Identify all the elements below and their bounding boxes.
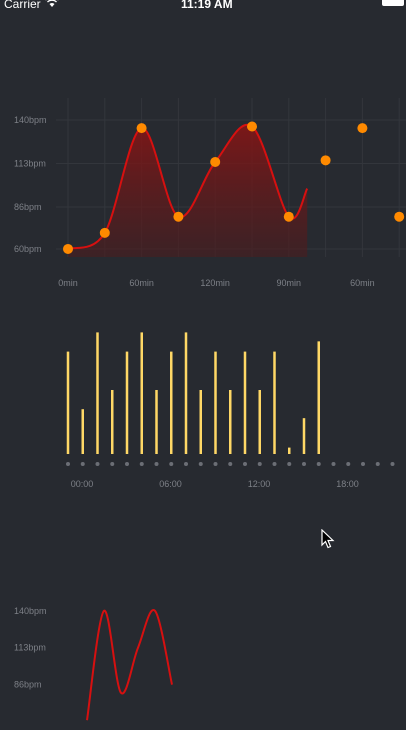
bar (155, 390, 158, 454)
slot-dot (272, 462, 277, 466)
activity-bar-chart[interactable]: 00:00 06:00 12:00 18:00 (0, 320, 406, 495)
slot-dot (125, 462, 129, 466)
x-tick-label: 0min (58, 278, 78, 288)
slot-dot (302, 462, 306, 466)
bar (214, 351, 217, 454)
battery-icon (382, 0, 404, 6)
bar (288, 447, 291, 454)
bar (140, 332, 143, 454)
status-bar: Carrier 11:19 AM (0, 0, 406, 12)
data-point (247, 121, 257, 132)
y-tick-label: 86bpm (14, 202, 42, 212)
slot-dot (243, 462, 247, 466)
bar (243, 351, 247, 454)
clock-time: 11:19 AM (181, 0, 233, 11)
bar (125, 351, 129, 454)
y-tick-label: 140bpm (14, 606, 47, 616)
data-point (394, 211, 405, 222)
slot-dot (316, 462, 321, 466)
x-axis-labels: 00:00 06:00 12:00 18:00 (71, 479, 359, 489)
slot-dot (169, 462, 174, 466)
slot-dot (66, 462, 70, 466)
data-point (283, 211, 294, 222)
slot-dots (66, 462, 395, 466)
data-point (173, 211, 184, 222)
y-tick-label: 86bpm (14, 680, 42, 690)
y-tick-label: 140bpm (14, 115, 47, 125)
x-tick-label: 00:00 (71, 479, 94, 489)
slot-dot (110, 462, 115, 466)
x-tick-label: 90min (277, 278, 302, 288)
y-axis-labels: 140bpm 113bpm 86bpm 60bpm (14, 115, 47, 254)
bar (111, 390, 114, 454)
x-tick-label: 18:00 (336, 479, 359, 489)
heart-rate-line-chart[interactable]: 140bpm 113bpm 86bpm (0, 590, 406, 730)
data-point (63, 243, 73, 254)
slot-dot (95, 462, 100, 466)
x-tick-label: 12:00 (248, 479, 271, 489)
data-point (320, 155, 331, 166)
slot-dot (228, 462, 233, 466)
x-tick-label: 06:00 (159, 479, 182, 489)
bar (66, 351, 70, 454)
wifi-icon (45, 0, 59, 7)
slot-dot (80, 462, 85, 466)
slot-dot (287, 462, 292, 466)
heart-rate-line (86, 609, 173, 721)
y-tick-label: 60bpm (14, 244, 42, 254)
slot-dot (213, 462, 218, 466)
bars (66, 332, 320, 454)
bar (199, 390, 202, 454)
slot-dot (375, 462, 380, 466)
y-tick-label: 113bpm (14, 643, 46, 653)
bar (258, 390, 261, 454)
data-point (99, 227, 110, 238)
slot-dot (331, 462, 336, 466)
bar (170, 351, 173, 454)
data-point (210, 156, 221, 167)
slot-dot (346, 462, 351, 466)
bar (229, 390, 232, 454)
data-point (136, 123, 147, 134)
slot-dot (257, 462, 262, 466)
carrier-label: Carrier (4, 0, 41, 11)
slot-dot (361, 462, 365, 466)
mouse-cursor-icon (321, 529, 335, 549)
x-tick-label: 120min (200, 278, 230, 288)
bar (302, 418, 306, 454)
slot-dot (390, 462, 395, 466)
slot-dot (198, 462, 203, 466)
bar (273, 351, 276, 454)
slot-dot (139, 462, 144, 466)
bar (96, 332, 99, 454)
x-axis-labels: 0min 60min 120min 90min 60min (58, 278, 374, 288)
slot-dot (184, 462, 188, 466)
bar (184, 332, 188, 454)
y-tick-label: 113bpm (14, 159, 46, 169)
bar (317, 341, 320, 454)
y-axis-labels: 140bpm 113bpm 86bpm (14, 606, 47, 690)
heart-rate-area-chart[interactable]: 140bpm 113bpm 86bpm 60bpm 0min 60min 120min 90… (0, 90, 406, 290)
data-point (357, 123, 368, 134)
x-tick-label: 60min (129, 278, 154, 288)
bar (81, 409, 84, 454)
slot-dot (154, 462, 159, 466)
x-tick-label: 60min (350, 278, 375, 288)
